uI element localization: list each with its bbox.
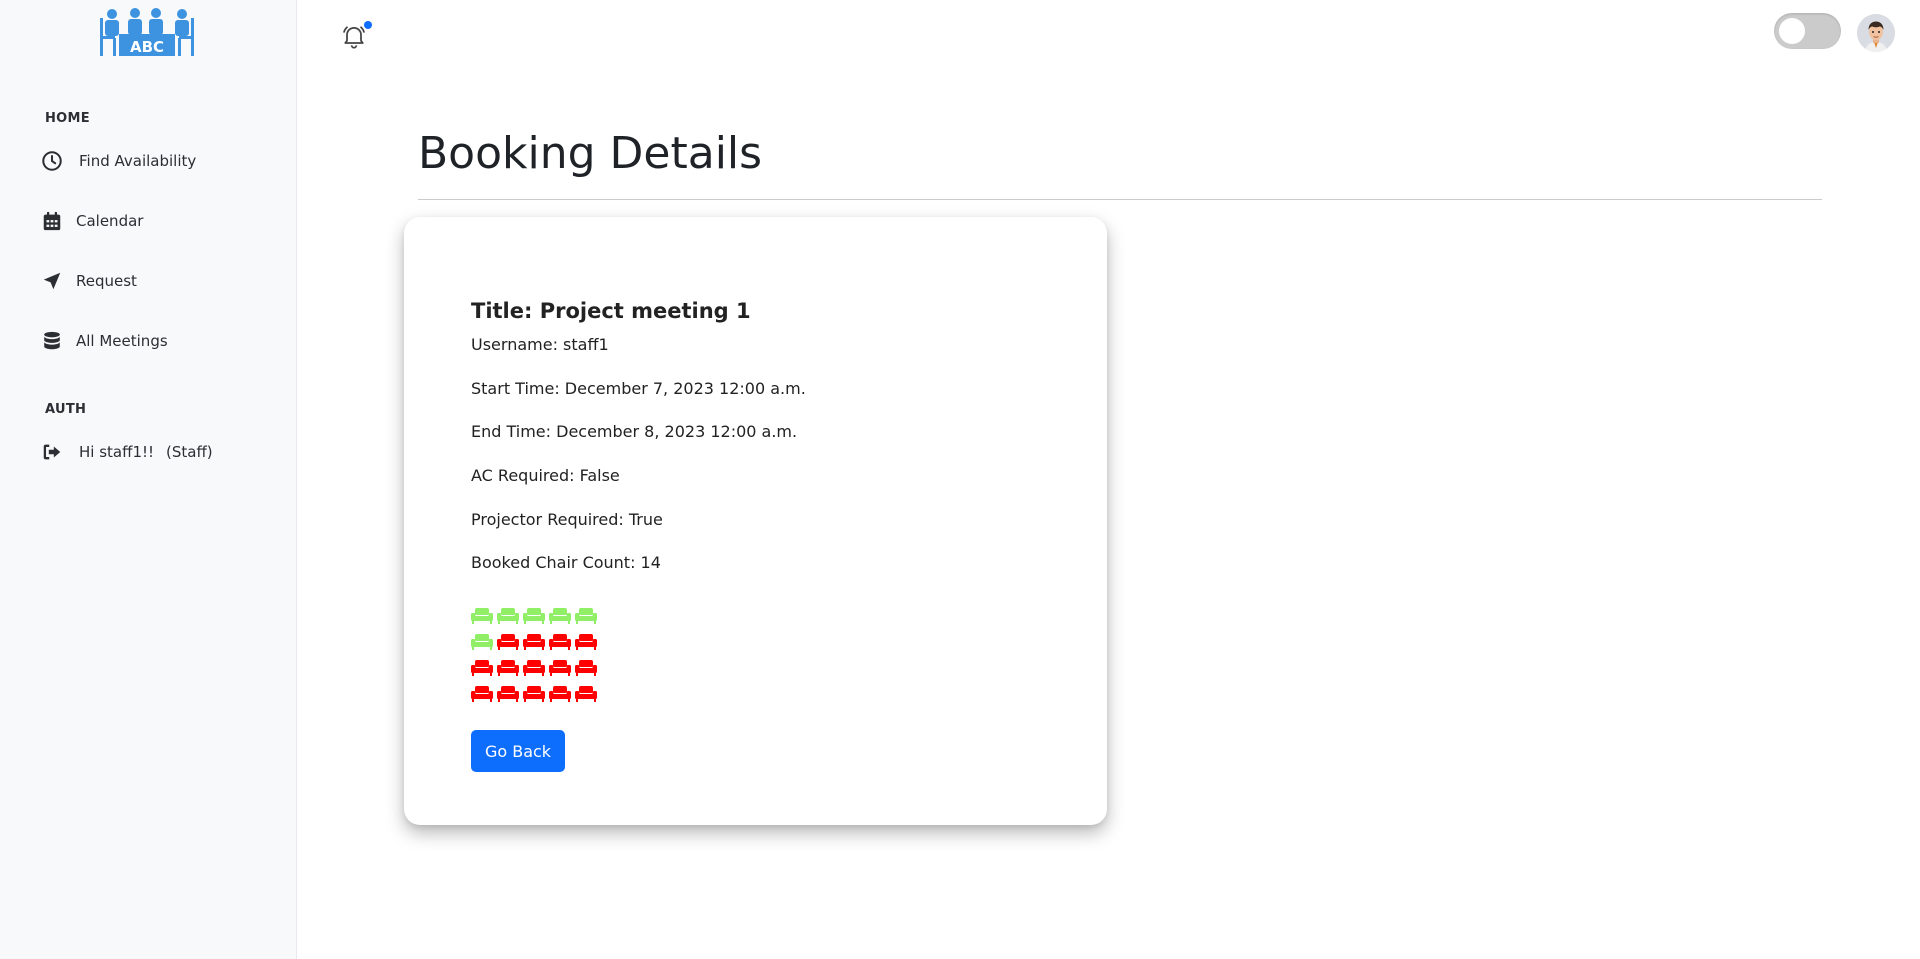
sidebar-item-label: Calendar <box>76 212 144 230</box>
seat-row <box>471 628 601 654</box>
send-arrow-icon <box>40 269 64 293</box>
booked-seat-icon <box>497 633 519 650</box>
booked-seat-icon <box>497 685 519 702</box>
notification-dot <box>364 21 372 29</box>
sidebar-item-label: Request <box>76 272 137 290</box>
booked-seat-icon <box>549 659 571 676</box>
booked-seat-icon <box>549 633 571 650</box>
booking-ac-required: AC Required: False <box>471 466 620 485</box>
booked-seat-icon <box>575 659 597 676</box>
booking-username: Username: staff1 <box>471 335 609 354</box>
clock-icon <box>40 149 64 173</box>
booked-seat-icon <box>497 659 519 676</box>
available-seat-icon <box>471 607 493 624</box>
seat-row <box>471 680 601 706</box>
nav-heading-auth: AUTH <box>45 402 87 417</box>
sidebar-item-all-meetings[interactable]: All Meetings <box>40 321 168 361</box>
booked-seat-icon <box>523 685 545 702</box>
seat-row <box>471 602 601 628</box>
booking-chair-count: Booked Chair Count: 14 <box>471 553 661 572</box>
booked-seat-icon <box>523 659 545 676</box>
seat-grid <box>471 602 601 706</box>
seat-row <box>471 654 601 680</box>
page-title: Booking Details <box>418 128 763 179</box>
available-seat-icon <box>497 607 519 624</box>
sidebar-item-label: All Meetings <box>76 332 168 350</box>
available-seat-icon <box>575 607 597 624</box>
sidebar-item-request[interactable]: Request <box>40 261 137 301</box>
booking-projector-required: Projector Required: True <box>471 510 663 529</box>
logout-icon <box>40 440 64 464</box>
user-role-label: (Staff) <box>166 443 213 461</box>
booking-start-time: Start Time: December 7, 2023 12:00 a.m. <box>471 379 806 398</box>
booked-seat-icon <box>549 685 571 702</box>
sidebar-item-calendar[interactable]: Calendar <box>40 201 143 241</box>
title-divider <box>418 199 1822 200</box>
available-seat-icon <box>523 607 545 624</box>
go-back-button[interactable]: Go Back <box>471 730 565 772</box>
nav-heading-home: HOME <box>45 111 90 126</box>
user-avatar[interactable] <box>1857 14 1895 52</box>
database-icon <box>40 329 64 353</box>
available-seat-icon <box>471 633 493 650</box>
booking-end-time: End Time: December 8, 2023 12:00 a.m. <box>471 422 798 441</box>
calendar-icon <box>40 209 64 233</box>
booking-details-card: Title: Project meeting 1 Username: staff… <box>404 217 1107 825</box>
meeting-logo-icon: ABC <box>100 8 194 56</box>
theme-toggle[interactable] <box>1774 13 1841 49</box>
booked-seat-icon <box>575 685 597 702</box>
sidebar-item-label: Find Availability <box>79 152 197 170</box>
sidebar-item-label: Hi staff1!! <box>79 443 155 461</box>
booked-seat-icon <box>523 633 545 650</box>
booking-title: Title: Project meeting 1 <box>471 299 751 323</box>
booked-seat-icon <box>471 659 493 676</box>
booked-seat-icon <box>575 633 597 650</box>
available-seat-icon <box>549 607 571 624</box>
avatar-icon <box>1857 14 1895 52</box>
toggle-knob <box>1779 18 1805 44</box>
svg-text:ABC: ABC <box>130 38 164 56</box>
sidebar-item-logout[interactable]: Hi staff1!! (Staff) <box>40 432 213 472</box>
logo[interactable]: ABC <box>99 6 195 60</box>
sidebar-item-find-availability[interactable]: Find Availability <box>40 141 196 181</box>
sidebar: ABC HOME Find Availability Calendar Requ… <box>0 0 297 959</box>
booked-seat-icon <box>471 685 493 702</box>
